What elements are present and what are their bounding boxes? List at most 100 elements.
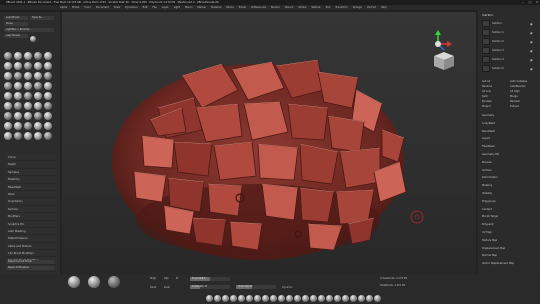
brush-selector-icon[interactable] bbox=[68, 276, 80, 288]
tool-section-polygroups[interactable]: Polygroups bbox=[482, 200, 496, 203]
subtool-thumbnail[interactable] bbox=[482, 38, 490, 45]
quick-brush-icon[interactable] bbox=[246, 295, 253, 302]
brush-thumbnail-icon[interactable] bbox=[34, 132, 42, 140]
subtool-item[interactable]: Subtool bbox=[492, 22, 502, 25]
brush-thumbnail-icon[interactable] bbox=[34, 92, 42, 100]
subtool-button-auto-collapse[interactable]: Auto Collapse bbox=[510, 80, 527, 83]
eye-icon[interactable]: ◉ bbox=[530, 22, 533, 26]
subtool-button-list-all[interactable]: List All bbox=[482, 80, 490, 83]
m-button[interactable]: M bbox=[176, 277, 178, 280]
brush-thumbnail-icon[interactable] bbox=[44, 52, 52, 60]
brush-thumbnail-icon[interactable] bbox=[34, 82, 42, 90]
tool-section-fibermesh[interactable]: FiberMesh bbox=[482, 145, 495, 148]
subtool-item[interactable]: Subtool 1 bbox=[492, 31, 504, 34]
brush-thumbnail-icon[interactable] bbox=[44, 82, 52, 90]
clone-brush-button[interactable]: Clone bbox=[4, 22, 28, 26]
tool-section-geometry-hd[interactable]: Geometry HD bbox=[482, 153, 499, 156]
section-surface[interactable]: Surface bbox=[6, 205, 56, 214]
quick-brush-icon[interactable] bbox=[286, 295, 293, 302]
subtool-button-remesh[interactable]: Remesh bbox=[510, 100, 520, 103]
brush-thumbnail-icon[interactable] bbox=[14, 122, 22, 130]
brush-thumbnail-icon[interactable] bbox=[44, 122, 52, 130]
brush-thumbnail-icon[interactable] bbox=[24, 122, 32, 130]
section-clip-brush-modifiers[interactable]: Clip Brush Modifiers bbox=[6, 250, 56, 258]
brush-thumbnail-icon[interactable] bbox=[44, 132, 52, 140]
quick-brush-icon[interactable] bbox=[294, 295, 301, 302]
tool-section-texture-map[interactable]: Texture Map bbox=[482, 239, 497, 242]
section-elasticity[interactable]: Elasticity bbox=[6, 176, 56, 184]
quick-brush-icon[interactable] bbox=[302, 295, 309, 302]
brush-thumbnail-icon[interactable] bbox=[4, 72, 12, 80]
tool-section-morph-target[interactable]: Morph Target bbox=[482, 215, 498, 218]
current-brush-icon[interactable] bbox=[30, 36, 36, 42]
focal-shift-slider[interactable]: Focal Shift 0 bbox=[190, 277, 230, 281]
subtool-item[interactable]: Subtool 2 bbox=[492, 40, 504, 43]
brush-thumbnail-icon[interactable] bbox=[4, 62, 12, 70]
brush-thumbnail-icon[interactable] bbox=[24, 52, 32, 60]
subtool-thumbnail[interactable] bbox=[482, 56, 490, 63]
quick-brush-icon[interactable] bbox=[374, 295, 381, 302]
quick-brush-icon[interactable] bbox=[334, 295, 341, 302]
section-modifiers[interactable]: Modifiers bbox=[6, 213, 56, 221]
zsub-button[interactable]: Zsub bbox=[164, 286, 170, 289]
tool-section-surface[interactable]: Surface bbox=[482, 169, 492, 172]
brush-thumbnail-icon[interactable] bbox=[44, 92, 52, 100]
brush-thumbnail-icon[interactable] bbox=[4, 102, 12, 110]
mrgb-button[interactable]: Mrgb bbox=[150, 277, 156, 280]
brush-thumbnail-icon[interactable] bbox=[14, 132, 22, 140]
tool-section-layers[interactable]: Layers bbox=[482, 137, 490, 140]
tool-section-polypaint[interactable]: Polypaint bbox=[482, 223, 494, 226]
brush-thumbnail-icon[interactable] bbox=[4, 132, 12, 140]
brush-thumbnail-icon[interactable] bbox=[4, 92, 12, 100]
section-sculptris-pro[interactable]: Sculptris Pro bbox=[6, 220, 56, 228]
dynamic-toggle[interactable]: Dynamic bbox=[282, 286, 293, 289]
section-auto-masking[interactable]: Auto Masking bbox=[6, 227, 56, 236]
quick-brush-icon[interactable] bbox=[222, 295, 229, 302]
quick-brush-icon[interactable] bbox=[254, 295, 261, 302]
quick-brush-icon[interactable] bbox=[326, 295, 333, 302]
subtool-button-rename[interactable]: Rename bbox=[482, 85, 492, 88]
rgb-button[interactable]: Rgb bbox=[164, 277, 169, 280]
gizmo-icon[interactable] bbox=[435, 30, 452, 51]
subtool-button-project[interactable]: Project bbox=[482, 105, 491, 108]
subtool-thumbnail[interactable] bbox=[482, 29, 490, 36]
brush-thumbnail-icon[interactable] bbox=[34, 52, 42, 60]
navigation-cube-icon[interactable] bbox=[434, 52, 454, 70]
section-samples[interactable]: Samples bbox=[6, 168, 56, 177]
sculpt-canvas[interactable] bbox=[62, 12, 476, 274]
tool-section-arraymesh[interactable]: ArrayMesh bbox=[482, 122, 495, 125]
tool-section-deformation[interactable]: Deformation bbox=[482, 176, 498, 179]
brush-thumbnail-icon[interactable] bbox=[24, 92, 32, 100]
tool-section-displacement-map[interactable]: Displacement Map bbox=[482, 247, 505, 250]
tool-section-preview[interactable]: Preview bbox=[482, 161, 492, 164]
reset-current-brush-button[interactable]: Reset Current Brush bbox=[6, 260, 54, 264]
quick-brush-icon[interactable] bbox=[278, 295, 285, 302]
brush-thumbnail-icon[interactable] bbox=[4, 82, 12, 90]
subtool-button-boolean[interactable]: Boolean bbox=[482, 100, 492, 103]
brush-thumbnail-icon[interactable] bbox=[34, 122, 42, 130]
brush-thumbnail-icon[interactable] bbox=[4, 122, 12, 130]
brush-thumbnail-icon[interactable] bbox=[24, 132, 32, 140]
eye-icon[interactable]: ◉ bbox=[530, 67, 533, 71]
tool-section-uv-map[interactable]: UV Map bbox=[482, 231, 492, 234]
quick-brush-icon[interactable] bbox=[310, 295, 317, 302]
tool-section-contact[interactable]: Contact bbox=[482, 208, 492, 211]
subtool-button-all-low[interactable]: All Low bbox=[482, 90, 491, 93]
section-tablet-pressure[interactable]: Tablet Pressure bbox=[6, 235, 56, 243]
quick-brush-icon[interactable] bbox=[318, 295, 325, 302]
section-twist[interactable]: Twist bbox=[6, 190, 56, 199]
tool-section-normal-map[interactable]: Normal Map bbox=[482, 254, 497, 257]
canvas-viewport[interactable] bbox=[62, 12, 476, 274]
subtool-header[interactable]: SubTool bbox=[482, 13, 493, 17]
brush-thumbnail-icon[interactable] bbox=[14, 92, 22, 100]
quick-brush-icon[interactable] bbox=[350, 295, 357, 302]
tool-section-vector-displacement-map[interactable]: Vector Displacement Map bbox=[482, 262, 514, 265]
section-fibermesh[interactable]: FiberMesh bbox=[6, 183, 56, 191]
eye-icon[interactable]: ◉ bbox=[530, 58, 533, 62]
quick-brush-icon[interactable] bbox=[358, 295, 365, 302]
brush-thumbnail-icon[interactable] bbox=[14, 62, 22, 70]
quick-brush-icon[interactable] bbox=[262, 295, 269, 302]
section-depth[interactable]: Depth bbox=[6, 161, 56, 169]
tool-section-masking[interactable]: Masking bbox=[482, 184, 492, 187]
subtool-item[interactable]: Subtool 3 bbox=[492, 49, 504, 52]
